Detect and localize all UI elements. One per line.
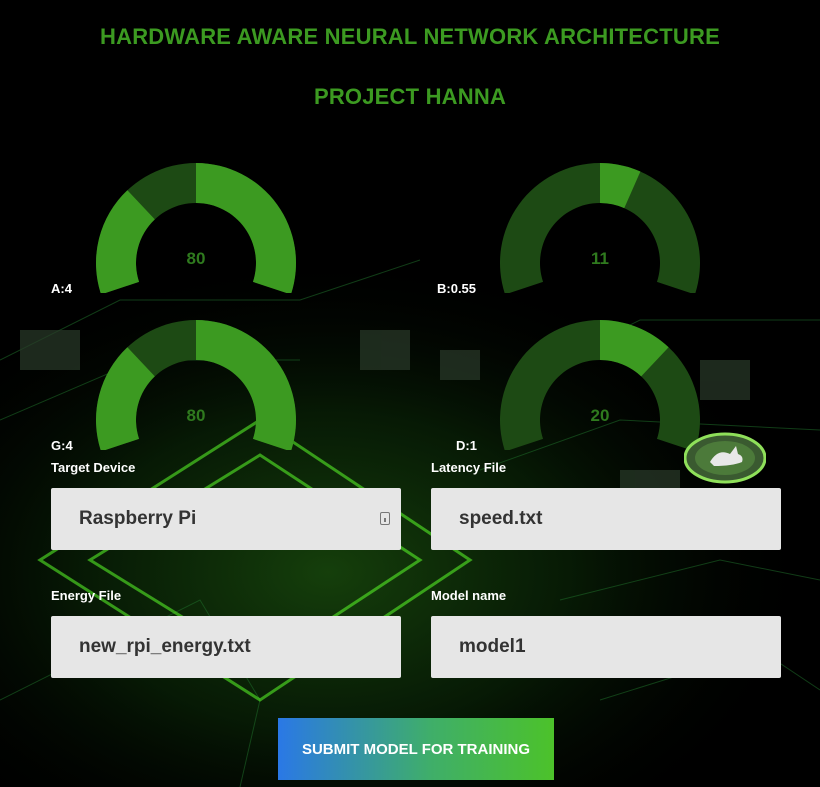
gauge-a-arc	[96, 163, 296, 293]
gauge-b-arc	[500, 163, 700, 293]
gauge-fill	[96, 163, 296, 293]
gauge-a-value: 80	[186, 249, 206, 268]
target-device-input[interactable]	[51, 488, 401, 550]
gauge-a-label: A:4	[51, 281, 72, 296]
gauge-g-label: G:4	[51, 438, 73, 453]
rabbit-logo-icon	[684, 432, 766, 484]
latency-file-label: Latency File	[431, 460, 507, 475]
gauge-fill	[96, 320, 296, 450]
gauge-a: 80	[96, 163, 296, 293]
gauge-b-label: B:0.55	[437, 281, 477, 296]
page-title: HARDWARE AWARE NEURAL NETWORK ARCHITECTU…	[100, 24, 720, 49]
gauge-g-value: 80	[186, 406, 206, 425]
energy-file-label: Energy File	[51, 588, 122, 603]
energy-file-input[interactable]	[51, 616, 401, 678]
gauge-d-value: 20	[590, 406, 610, 425]
submit-model-button[interactable]: SUBMIT MODEL FOR TRAINING	[278, 718, 554, 780]
latency-file-input[interactable]	[431, 488, 781, 550]
gauge-g: 80	[96, 320, 296, 450]
model-name-input[interactable]	[431, 616, 781, 678]
gauge-d-label: D:1	[456, 438, 477, 453]
target-device-label: Target Device	[51, 460, 136, 475]
gauge-d-arc	[500, 320, 700, 450]
gauge-b-value: 11	[591, 249, 609, 268]
page-subtitle: PROJECT HANNA	[313, 84, 507, 109]
gauge-b: 11	[500, 163, 700, 293]
gauge-g-arc	[96, 320, 296, 450]
contact-card-icon[interactable]	[380, 512, 390, 525]
model-name-label: Model name	[431, 588, 507, 603]
gauge-d: 20	[500, 320, 700, 450]
